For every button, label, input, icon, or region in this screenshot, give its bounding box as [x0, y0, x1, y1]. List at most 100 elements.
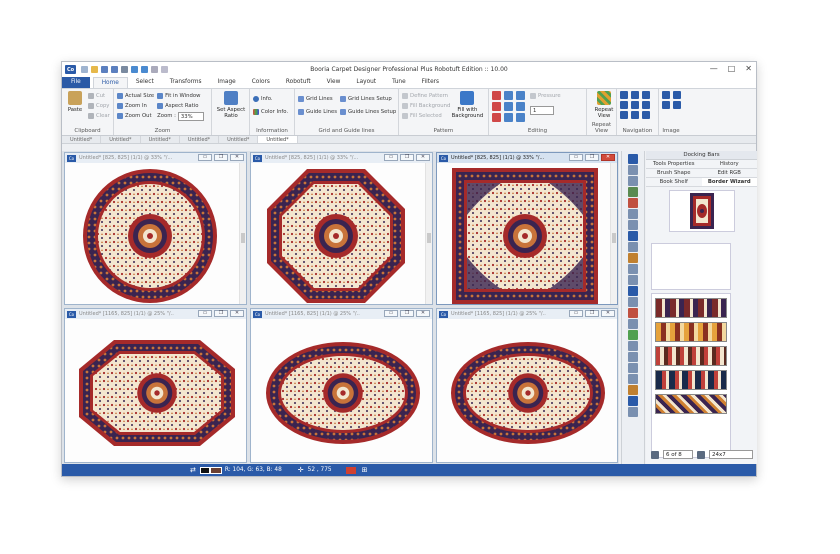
- border-pattern-item[interactable]: [655, 346, 727, 366]
- edit-tool-4-icon[interactable]: [492, 102, 501, 111]
- size-field[interactable]: 24x7: [709, 450, 753, 459]
- minimize-button[interactable]: —: [710, 64, 718, 73]
- zoom-in-button[interactable]: Zoom In: [117, 101, 154, 111]
- restore-button[interactable]: ❐: [585, 154, 599, 161]
- vertical-scrollbar[interactable]: [239, 163, 246, 304]
- doc-tab[interactable]: Untitled*: [180, 136, 220, 143]
- tab-book-shelf[interactable]: Book Shelf: [646, 178, 702, 187]
- fill-selected-button[interactable]: Fill Selected: [402, 111, 450, 121]
- vertical-scrollbar[interactable]: [425, 163, 432, 304]
- border-pattern-item[interactable]: [655, 298, 727, 318]
- tab-history[interactable]: History: [701, 160, 757, 169]
- repeat-view-button[interactable]: Repeat View: [590, 91, 618, 119]
- restore-button[interactable]: ❐: [214, 310, 228, 317]
- nav-down-left-icon[interactable]: [620, 111, 628, 119]
- close-button[interactable]: ✕: [230, 310, 244, 317]
- grid-lines-button[interactable]: Grid Lines: [298, 94, 337, 104]
- tab-file[interactable]: File: [62, 77, 90, 88]
- clear-button[interactable]: Clear: [88, 111, 110, 121]
- eyedropper-tool-icon[interactable]: [628, 187, 638, 197]
- child-window-1[interactable]: Co Untitled* [825, 825] (1/1) @ 33% "/...…: [64, 152, 247, 305]
- nav-center-icon[interactable]: [631, 101, 639, 109]
- doc-tab[interactable]: Untitled*: [219, 136, 259, 143]
- restore-button[interactable]: ❐: [400, 154, 414, 161]
- fg-color-swatch[interactable]: [199, 466, 210, 474]
- minimize-button[interactable]: ▭: [198, 310, 212, 317]
- child-window-6[interactable]: Co Untitled* [1165, 825] (1/1) @ 25% "/..…: [436, 308, 618, 463]
- save-as-icon[interactable]: [111, 66, 118, 73]
- restore-button[interactable]: ❐: [214, 154, 228, 161]
- wand-tool-icon[interactable]: [628, 253, 638, 263]
- tab-home[interactable]: Home: [92, 77, 128, 88]
- rect-tool-icon[interactable]: [628, 220, 638, 230]
- doc-tab[interactable]: Untitled*: [62, 136, 102, 143]
- edit-tool-6-icon[interactable]: [516, 102, 525, 111]
- canvas[interactable]: [437, 319, 617, 462]
- rotate-tool-icon[interactable]: [628, 341, 638, 351]
- doc-tab[interactable]: Untitled*: [101, 136, 141, 143]
- guide-lines-setup-button[interactable]: Guide Lines Setup: [340, 107, 396, 117]
- nav-up-icon[interactable]: [631, 91, 639, 99]
- customize-icon[interactable]: [161, 66, 168, 73]
- zoom-out-button[interactable]: Zoom Out: [117, 111, 154, 121]
- redo-icon[interactable]: [151, 66, 158, 73]
- edit-tool-3-icon[interactable]: [516, 91, 525, 100]
- canvas[interactable]: [65, 163, 246, 304]
- child-window-3-active[interactable]: Co Untitled* [825, 825] (1/1) @ 33% "/...…: [436, 152, 618, 305]
- zoom-tool-icon[interactable]: [628, 374, 638, 384]
- border-pattern-list[interactable]: [651, 293, 731, 458]
- fill-tool-icon[interactable]: [628, 198, 638, 208]
- nav-down-icon[interactable]: [631, 111, 639, 119]
- cut-button[interactable]: Cut: [88, 91, 110, 101]
- save-icon[interactable]: [101, 66, 108, 73]
- restore-button[interactable]: ❐: [400, 310, 414, 317]
- close-button[interactable]: ✕: [416, 310, 430, 317]
- nav-up-left-icon[interactable]: [620, 91, 628, 99]
- image-tool-4-icon[interactable]: [673, 101, 681, 109]
- flip-tool-icon[interactable]: [628, 352, 638, 362]
- tab-edit-rgb[interactable]: Edit RGB: [701, 169, 757, 178]
- copy-button[interactable]: Copy: [88, 101, 110, 111]
- print-icon[interactable]: [121, 66, 128, 73]
- maximize-button[interactable]: □: [728, 64, 736, 73]
- minimize-button[interactable]: ▭: [198, 154, 212, 161]
- info-button[interactable]: Info.: [253, 94, 291, 104]
- edit-tool-2-icon[interactable]: [504, 91, 513, 100]
- set-aspect-ratio-button[interactable]: Set Aspect Ratio: [215, 91, 247, 119]
- edit-tool-7-icon[interactable]: [492, 113, 501, 122]
- minimize-button[interactable]: ▭: [384, 310, 398, 317]
- canvas[interactable]: [437, 163, 617, 304]
- close-button[interactable]: ✕: [230, 154, 244, 161]
- minimize-button[interactable]: ▭: [384, 154, 398, 161]
- tab-image[interactable]: Image: [210, 77, 244, 88]
- child-window-5[interactable]: Co Untitled* [1165, 825] (1/1) @ 25% "/..…: [250, 308, 433, 463]
- zoom-value[interactable]: 33%: [177, 111, 204, 121]
- brush-tool-icon[interactable]: [628, 176, 638, 186]
- fill-background-button[interactable]: Fill Background: [402, 101, 450, 111]
- lasso-tool-icon[interactable]: [628, 242, 638, 252]
- minimize-button[interactable]: ▭: [569, 310, 583, 317]
- actual-size-button[interactable]: Actual Size: [117, 91, 154, 101]
- doc-tab[interactable]: Untitled*: [258, 136, 298, 143]
- canvas[interactable]: [65, 319, 246, 462]
- doc-tab[interactable]: Untitled*: [141, 136, 180, 143]
- nav-down-right-icon[interactable]: [642, 111, 650, 119]
- tab-border-wizard[interactable]: Border Wizard: [701, 178, 757, 187]
- grid-tool-icon[interactable]: [628, 330, 638, 340]
- tool-icon[interactable]: [131, 66, 138, 73]
- tab-colors[interactable]: Colors: [244, 77, 278, 88]
- new-icon[interactable]: [81, 66, 88, 73]
- eraser-tool-icon[interactable]: [628, 275, 638, 285]
- edit-tool-9-icon[interactable]: [516, 113, 525, 122]
- close-button[interactable]: ✕: [601, 154, 615, 161]
- pattern-nav-icon[interactable]: [651, 450, 659, 459]
- nav-right-icon[interactable]: [642, 101, 650, 109]
- close-button[interactable]: ✕: [416, 154, 430, 161]
- nav-up-right-icon[interactable]: [642, 91, 650, 99]
- line-tool-icon[interactable]: [628, 209, 638, 219]
- smudge-tool-icon[interactable]: [628, 319, 638, 329]
- pressure-toggle[interactable]: Pressure: [530, 91, 561, 101]
- pattern-blank-slot[interactable]: [651, 243, 731, 290]
- hand-tool-icon[interactable]: [628, 363, 638, 373]
- child-window-2[interactable]: Co Untitled* [825, 825] (1/1) @ 33% "/...…: [250, 152, 433, 305]
